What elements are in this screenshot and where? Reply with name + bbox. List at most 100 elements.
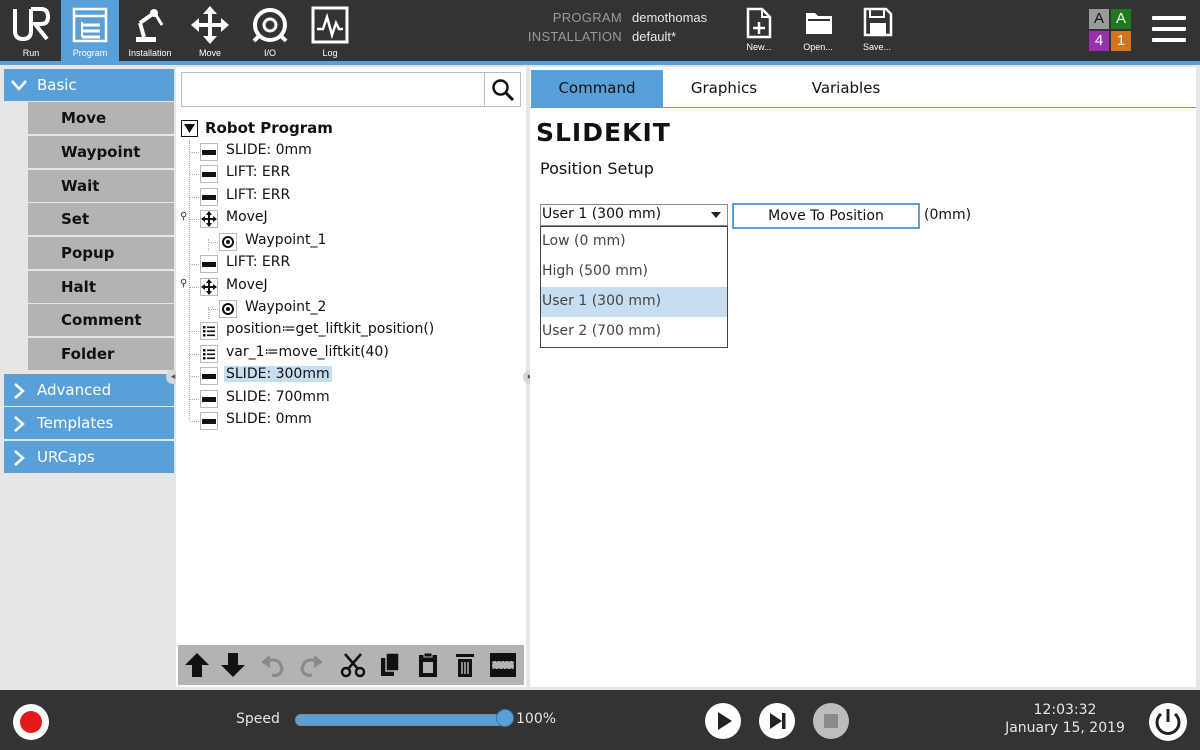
play-icon	[718, 712, 732, 730]
move-to-position-button[interactable]: Move To Position	[732, 203, 920, 229]
save-disk-icon	[863, 7, 893, 37]
palette-item-folder[interactable]: Folder	[28, 338, 174, 370]
dropdown-option-user-1[interactable]: User 1 (300 mm)	[541, 287, 727, 317]
save-program-button[interactable]: Save...	[852, 0, 902, 61]
tree-guide	[209, 309, 218, 310]
hamburger-icon-bar	[1152, 27, 1186, 31]
category-advanced[interactable]: Advanced	[4, 374, 174, 406]
step-forward-icon	[770, 713, 786, 729]
cut-icon[interactable]	[338, 651, 368, 679]
open-program-button[interactable]: Open...	[793, 0, 843, 61]
tree-guide	[189, 140, 190, 420]
tree-node-label: Waypoint_1	[245, 232, 327, 248]
status-badge-count-orange[interactable]: 1	[1111, 31, 1131, 51]
paste-icon[interactable]	[414, 651, 444, 679]
nav-program-label: Program	[72, 48, 108, 58]
suppress-icon[interactable]	[488, 651, 518, 679]
io-icon	[252, 8, 288, 43]
hamburger-icon-bar	[1152, 38, 1186, 42]
assignment-icon	[200, 345, 218, 363]
slide-icon	[200, 188, 218, 206]
nav-program-button[interactable]: Program	[61, 0, 119, 61]
hamburger-icon	[1152, 16, 1186, 20]
nav-log-button[interactable]: Log	[301, 0, 359, 61]
step-button[interactable]	[759, 703, 795, 739]
speed-label: Speed	[236, 711, 280, 727]
palette-item-wait[interactable]: Wait	[28, 170, 174, 202]
program-info: PROGRAM demothomas INSTALLATION default*	[470, 10, 730, 48]
position-dropdown-list: Low (0 mm) High (500 mm) User 1 (300 mm)…	[540, 226, 728, 348]
dropdown-option-user-2[interactable]: User 2 (700 mm)	[541, 317, 727, 347]
power-button[interactable]	[1148, 702, 1188, 742]
new-program-button[interactable]: New...	[734, 0, 784, 61]
program-search-input[interactable]	[181, 72, 521, 107]
palette-item-halt[interactable]: Halt	[28, 271, 174, 303]
move-down-icon[interactable]	[218, 651, 248, 679]
status-badge-auto-mode[interactable]: A	[1111, 9, 1131, 29]
tree-node-label: Waypoint_2	[245, 299, 327, 315]
dropdown-option-low[interactable]: Low (0 mm)	[541, 227, 727, 257]
robot-arm-icon	[136, 9, 164, 42]
hamburger-menu-button[interactable]	[1150, 12, 1188, 46]
nav-io-button[interactable]: I/O	[241, 0, 299, 61]
tree-guide	[190, 287, 199, 288]
category-urcaps[interactable]: URCaps	[4, 441, 174, 473]
tree-guide	[208, 239, 209, 251]
palette-item-move[interactable]: Move	[28, 102, 174, 134]
record-button[interactable]	[12, 703, 50, 741]
program-name: demothomas	[632, 10, 708, 25]
palette-item-waypoint[interactable]: Waypoint	[28, 136, 174, 168]
palette-item-popup[interactable]: Popup	[28, 237, 174, 269]
category-basic[interactable]: Basic	[4, 69, 174, 101]
tree-node-label: LIFT: ERR	[226, 164, 291, 180]
tab-underline	[530, 107, 1196, 108]
slide-icon	[200, 390, 218, 408]
stop-icon	[824, 714, 838, 728]
tree-node-label: MoveJ	[226, 277, 268, 293]
palette-item-label: Waypoint	[61, 143, 141, 161]
option-label: Low (0 mm)	[542, 233, 626, 249]
category-templates[interactable]: Templates	[4, 407, 174, 439]
undo-icon[interactable]	[258, 651, 288, 679]
program-key: PROGRAM	[552, 10, 622, 25]
tree-guide	[190, 174, 199, 175]
top-bar-accent	[0, 61, 1200, 65]
slide-icon	[200, 255, 218, 273]
status-badge-speed-mode[interactable]: A	[1089, 9, 1109, 29]
play-button[interactable]	[705, 703, 741, 739]
speed-slider[interactable]	[295, 714, 506, 726]
search-button[interactable]	[484, 73, 520, 106]
nav-move-button[interactable]: Move	[181, 0, 239, 61]
palette-item-set[interactable]: Set	[28, 203, 174, 235]
dropdown-option-high[interactable]: High (500 mm)	[541, 257, 727, 287]
tree-guide	[190, 376, 199, 377]
open-folder-icon	[806, 13, 832, 34]
open-label: Open...	[803, 42, 833, 52]
slide-icon	[200, 367, 218, 385]
delete-icon[interactable]	[450, 651, 480, 679]
palette-item-comment[interactable]: Comment	[28, 304, 174, 336]
status-badge-count-purple[interactable]: 4	[1089, 31, 1109, 51]
position-dropdown[interactable]: User 1 (300 mm)	[540, 204, 728, 226]
log-chart-icon	[311, 6, 349, 44]
pin-icon: ⚲	[180, 211, 188, 222]
tab-variables[interactable]: Variables	[785, 70, 907, 107]
redo-icon[interactable]	[296, 651, 326, 679]
move-up-icon[interactable]	[182, 651, 212, 679]
nav-installation-button[interactable]: Installation	[121, 0, 179, 61]
speed-slider-knob[interactable]	[496, 709, 514, 727]
palette-item-label: Folder	[61, 345, 115, 363]
tab-command[interactable]: Command	[531, 70, 663, 107]
new-file-icon	[746, 7, 772, 39]
nav-log-label: Log	[322, 48, 338, 58]
copy-icon[interactable]	[376, 651, 406, 679]
new-label: New...	[746, 42, 772, 52]
nav-run-button[interactable]: Run	[2, 0, 60, 61]
stop-button[interactable]	[813, 703, 849, 739]
tree-guide	[190, 399, 199, 400]
tree-guide	[209, 242, 218, 243]
move-arrows-icon	[191, 6, 229, 44]
tab-graphics[interactable]: Graphics	[665, 70, 783, 107]
ur-logo-icon	[13, 7, 51, 42]
tree-node-label: LIFT: ERR	[226, 254, 291, 270]
